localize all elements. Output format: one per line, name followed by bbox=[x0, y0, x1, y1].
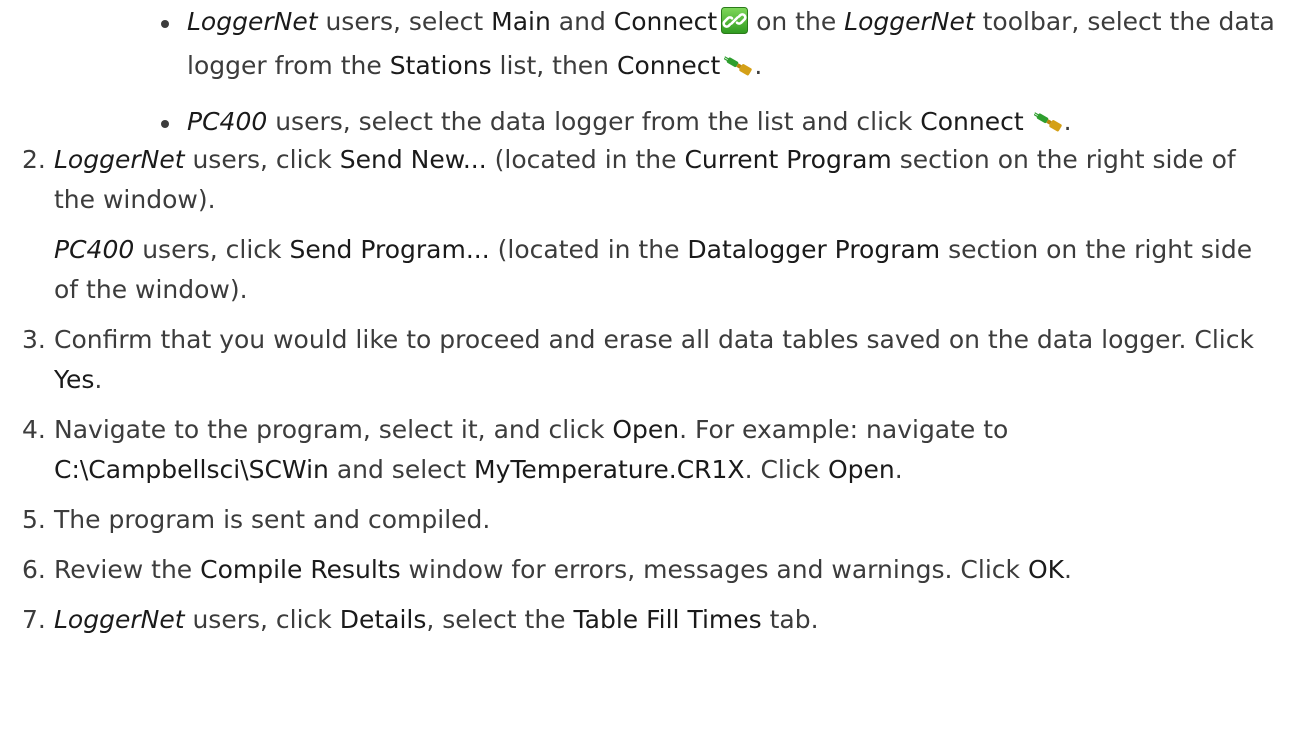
step-number: 3. bbox=[22, 325, 46, 354]
button-label-ok: OK bbox=[1027, 555, 1065, 584]
step-3: 3. Confirm that you would like to procee… bbox=[22, 320, 1282, 400]
instruction-page: LoggerNet users, select Main and Connect… bbox=[0, 0, 1295, 736]
button-label-details: Details bbox=[339, 605, 427, 634]
button-label-connect: Connect bbox=[920, 107, 1024, 136]
button-label-yes: Yes bbox=[54, 365, 95, 394]
step-4: 4. Navigate to the program, select it, a… bbox=[22, 410, 1282, 490]
step-paragraph: The program is sent and compiled. bbox=[54, 505, 491, 534]
step-paragraph: Confirm that you would like to proceed a… bbox=[54, 325, 1254, 394]
list-item-loggernet-connect: LoggerNet users, select Main and Connect… bbox=[157, 2, 1277, 90]
step-number: 5. bbox=[22, 505, 46, 534]
step-paragraph: PC400 users, click Send Program... (loca… bbox=[54, 235, 1253, 304]
step-6: 6. Review the Compile Results window for… bbox=[22, 550, 1282, 590]
button-label-open: Open bbox=[612, 415, 680, 444]
numbered-steps: 2. LoggerNet users, click Send New... (l… bbox=[22, 140, 1282, 650]
list-label-stations: Stations bbox=[389, 51, 492, 80]
file-name: MyTemperature.CR1X bbox=[474, 455, 745, 484]
step-number: 2. bbox=[22, 145, 46, 174]
window-label-compile-results: Compile Results bbox=[200, 555, 401, 584]
button-label-connect: Connect bbox=[613, 7, 718, 36]
section-label-current-program: Current Program bbox=[684, 145, 892, 174]
section-label-datalogger-program: Datalogger Program bbox=[687, 235, 941, 264]
step-paragraph: LoggerNet users, click Details, select t… bbox=[54, 605, 819, 634]
step-paragraph: LoggerNet users, click Send New... (loca… bbox=[54, 145, 1236, 214]
plug-connect-icon bbox=[723, 50, 754, 90]
menu-label-main: Main bbox=[491, 7, 551, 36]
connect-bullet-list: LoggerNet users, select Main and Connect… bbox=[157, 2, 1277, 146]
button-label-send-new: Send New... bbox=[339, 145, 487, 174]
step-number: 7. bbox=[22, 605, 46, 634]
button-label-connect: Connect bbox=[616, 51, 721, 80]
button-label-open: Open bbox=[828, 455, 895, 484]
step-7: 7. LoggerNet users, click Details, selec… bbox=[22, 600, 1282, 640]
app-name: LoggerNet bbox=[187, 7, 318, 36]
step-5: 5. The program is sent and compiled. bbox=[22, 500, 1282, 540]
button-label-send-program: Send Program... bbox=[289, 235, 490, 264]
link-icon bbox=[721, 6, 749, 46]
folder-path: C:\Campbellsci\SCWin bbox=[54, 455, 329, 484]
step-number: 4. bbox=[22, 415, 46, 444]
tab-label-table-fill-times: Table Fill Times bbox=[573, 605, 762, 634]
step-paragraph: Review the Compile Results window for er… bbox=[54, 555, 1072, 584]
step-number: 6. bbox=[22, 555, 46, 584]
step-2: 2. LoggerNet users, click Send New... (l… bbox=[22, 140, 1282, 310]
step-paragraph: Navigate to the program, select it, and … bbox=[54, 415, 1009, 484]
app-name: PC400 bbox=[187, 107, 268, 136]
